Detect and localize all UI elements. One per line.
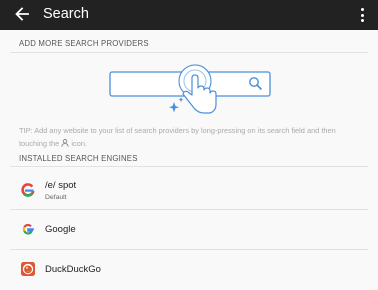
divider — [10, 166, 368, 167]
section-header-installed-engines: INSTALLED SEARCH ENGINES — [19, 154, 138, 163]
engine-name: Google — [45, 224, 76, 235]
engine-name: DuckDuckGo — [45, 264, 101, 275]
app-bar: Search — [0, 0, 378, 30]
engine-item-e-spot[interactable]: /e/ spot Default — [0, 170, 378, 210]
e-spot-icon — [21, 183, 35, 197]
engine-name: /e/ spot — [45, 180, 77, 191]
tip-text: TIP: Add any website to your list of sea… — [19, 126, 336, 148]
page-title: Search — [43, 6, 89, 22]
overflow-menu-icon[interactable] — [352, 4, 372, 26]
engine-default-label: Default — [45, 194, 67, 201]
section-header-add-providers: ADD MORE SEARCH PROVIDERS — [19, 39, 149, 48]
engine-item-duckduckgo[interactable]: DuckDuckGo — [0, 250, 378, 290]
google-icon — [22, 223, 34, 235]
duckduckgo-icon — [21, 262, 35, 276]
back-arrow-icon[interactable] — [14, 5, 30, 23]
divider — [10, 52, 368, 53]
person-icon — [61, 138, 69, 147]
search-field-illustration — [109, 64, 271, 114]
engine-item-google[interactable]: Google — [0, 210, 378, 250]
